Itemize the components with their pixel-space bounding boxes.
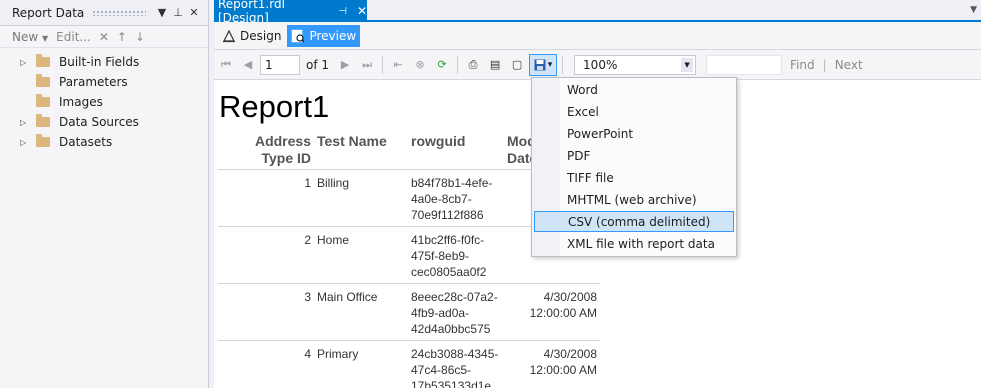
save-disk-icon: [534, 59, 546, 70]
report-designer-window: Report Data ▼ ⊥ ✕ New ▼ Edit... ✕ ↑ ↓ ▷ …: [0, 0, 981, 388]
move-down-icon[interactable]: ↓: [135, 30, 145, 44]
menu-item-xml[interactable]: XML file with report data: [534, 233, 734, 254]
report-data-tree: ▷ Built-in Fields ▷ Parameters ▷ Images …: [0, 48, 208, 152]
expand-arrow-icon[interactable]: ▷: [20, 138, 32, 147]
menu-item-pdf[interactable]: PDF: [534, 145, 734, 166]
table-cell: 24cb3088-4345-47c4-86c5-17b535133d1e: [408, 340, 504, 388]
tree-item-label: Datasets: [59, 135, 113, 149]
edit-button[interactable]: Edit...: [56, 30, 91, 44]
move-up-icon[interactable]: ↑: [117, 30, 127, 44]
report-viewer-toolbar: ⏮ ◀ 1 of 1 ▶ ⏭ ⇤ ⊗ ⟳ ⎙ ▤ ▢ ▾ 100% ▼ Find…: [214, 50, 981, 80]
next-button[interactable]: Next: [829, 58, 869, 72]
folder-icon: [36, 114, 50, 127]
folder-icon: [36, 94, 50, 107]
stop-icon[interactable]: ⊗: [410, 55, 430, 75]
tab-title: Report1.rdl [Design]: [218, 0, 285, 25]
chevron-down-icon: ▾: [547, 59, 553, 70]
report-title: Report1: [219, 89, 330, 124]
table-cell: 41bc2ff6-f0fc-475f-8eb9-cec0805aa0f2: [408, 226, 504, 284]
previous-page-icon[interactable]: ◀: [238, 55, 258, 75]
column-header: Test Name: [317, 133, 387, 149]
menu-item-powerpoint[interactable]: PowerPoint: [534, 123, 734, 144]
table-cell: Billing: [314, 169, 408, 227]
menu-item-word[interactable]: Word: [534, 79, 734, 100]
tree-item-label: Data Sources: [59, 115, 139, 129]
tree-item-label: Parameters: [59, 75, 128, 89]
menu-item-excel[interactable]: Excel: [534, 101, 734, 122]
zoom-select[interactable]: 100% ▼: [574, 54, 697, 75]
tab-overflow-icon[interactable]: ▼: [970, 5, 977, 15]
table-cell: Main Office: [314, 283, 408, 341]
tree-item-built-in-fields[interactable]: ▷ Built-in Fields: [0, 52, 208, 72]
folder-icon: [36, 74, 50, 87]
drag-grip[interactable]: [92, 9, 146, 16]
export-button[interactable]: ▾: [529, 53, 558, 76]
export-menu: Word Excel PowerPoint PDF TIFF file MHTM…: [531, 77, 737, 257]
of-label: of 1: [306, 57, 330, 72]
zoom-value: 100%: [583, 57, 618, 72]
tree-item-label: Built-in Fields: [59, 55, 140, 69]
refresh-icon[interactable]: ⟳: [432, 55, 452, 75]
find-button[interactable]: Find: [784, 58, 821, 72]
folder-icon: [36, 54, 50, 67]
tree-item-datasets[interactable]: ▷ Datasets: [0, 132, 208, 152]
preview-icon: [292, 29, 305, 42]
preview-tab-label: Preview: [309, 28, 357, 43]
last-page-icon[interactable]: ⏭: [357, 55, 377, 75]
table-cell: Home: [314, 226, 408, 284]
table-cell: 4/30/2008 12:00:00 AM: [504, 283, 600, 341]
column-header: Address Type ID: [254, 133, 311, 166]
pin-icon[interactable]: ⊥: [170, 6, 186, 19]
table-row: 3 Main Office 8eeec28c-07a2-4fb9-ad0a-42…: [218, 283, 600, 341]
table-cell: Primary: [314, 340, 408, 388]
menu-item-mhtml[interactable]: MHTML (web archive): [534, 189, 734, 210]
table-cell: 2: [218, 226, 314, 284]
document-tab-bar: Report1.rdl [Design] ⊣ ✕ ▼: [214, 0, 981, 25]
close-tab-icon[interactable]: ✕: [357, 4, 367, 18]
preview-tab[interactable]: Preview: [287, 24, 361, 47]
menu-item-tiff[interactable]: TIFF file: [534, 167, 734, 188]
tree-item-label: Images: [59, 95, 103, 109]
tree-item-data-sources[interactable]: ▷ Data Sources: [0, 112, 208, 132]
table-cell: b84f78b1-4efe-4a0e-8cb7-70e9f112f886: [408, 169, 504, 227]
back-icon[interactable]: ⇤: [388, 55, 408, 75]
tree-item-parameters[interactable]: ▷ Parameters: [0, 72, 208, 92]
folder-icon: [36, 134, 50, 147]
table-row: 4 Primary 24cb3088-4345-47c4-86c5-17b535…: [218, 340, 600, 388]
panel-title: Report Data: [12, 5, 85, 20]
chevron-down-icon[interactable]: ▼: [681, 57, 694, 72]
menu-item-csv[interactable]: CSV (comma delimited): [534, 211, 734, 232]
pin-icon[interactable]: ⊣: [338, 6, 347, 17]
table-cell: 4/30/2008 12:00:00 AM: [504, 340, 600, 388]
report-data-toolbar: New ▼ Edit... ✕ ↑ ↓: [0, 26, 208, 48]
design-tab-label: Design: [240, 28, 282, 43]
report-data-title-bar: Report Data ▼ ⊥ ✕: [0, 0, 208, 26]
tab-report1[interactable]: Report1.rdl [Design] ⊣ ✕: [214, 0, 367, 25]
find-separator: |: [822, 57, 827, 72]
view-tabs: Design Preview: [214, 22, 981, 50]
design-icon: [223, 29, 235, 42]
report-data-panel: Report Data ▼ ⊥ ✕ New ▼ Edit... ✕ ↑ ↓ ▷ …: [0, 0, 209, 388]
column-header: rowguid: [411, 133, 466, 149]
next-page-icon[interactable]: ▶: [335, 55, 355, 75]
print-layout-icon[interactable]: ▤: [485, 55, 505, 75]
find-input[interactable]: [706, 54, 783, 75]
first-page-icon[interactable]: ⏮: [216, 55, 236, 75]
new-button[interactable]: New ▼: [12, 30, 48, 44]
expand-arrow-icon[interactable]: ▷: [20, 118, 32, 127]
expand-arrow-icon[interactable]: ▷: [20, 58, 32, 67]
table-cell: 4: [218, 340, 314, 388]
panel-menu-icon[interactable]: ▼: [154, 6, 170, 19]
table-cell: 1: [218, 169, 314, 227]
delete-icon[interactable]: ✕: [99, 30, 109, 44]
table-cell: 3: [218, 283, 314, 341]
table-cell: 8eeec28c-07a2-4fb9-ad0a-42d4a0bbc575: [408, 283, 504, 341]
print-icon[interactable]: ⎙: [463, 55, 483, 75]
design-tab[interactable]: Design: [218, 25, 285, 47]
page-number-input[interactable]: 1: [260, 54, 300, 75]
page-setup-icon[interactable]: ▢: [507, 55, 527, 75]
close-icon[interactable]: ✕: [186, 6, 202, 19]
tree-item-images[interactable]: ▷ Images: [0, 92, 208, 112]
